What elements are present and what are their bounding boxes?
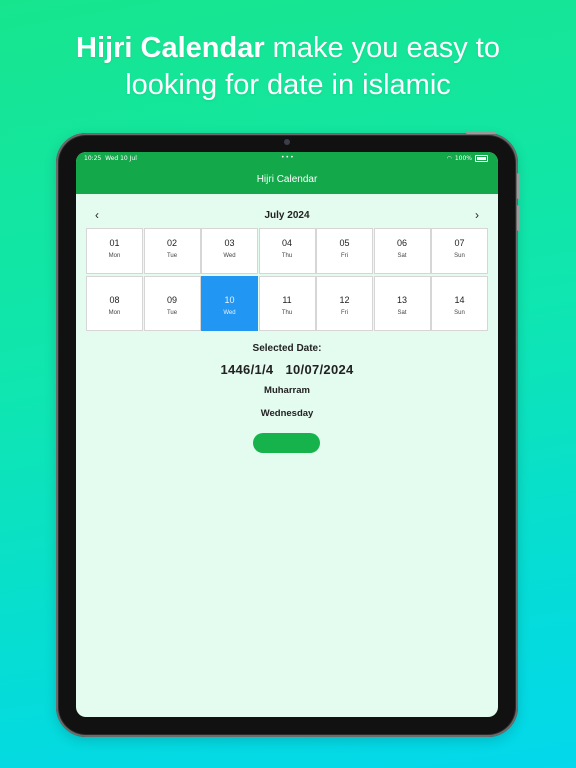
battery-percent: 100% bbox=[454, 155, 472, 162]
day-cell[interactable]: 13 Sat bbox=[373, 276, 431, 331]
app-title: Hijri Calendar bbox=[256, 174, 318, 185]
app-bar: 10:25 Wed 10 Jul ••• ◠ 100% Hijri Calend… bbox=[76, 152, 498, 194]
day-number: 01 bbox=[109, 238, 120, 248]
selected-dates: 1446/1/4 10/07/2024 bbox=[76, 362, 498, 377]
day-cell[interactable]: 01 Mon bbox=[86, 228, 143, 274]
day-number: 05 bbox=[339, 238, 350, 248]
hijri-month-name: Muharram bbox=[264, 385, 310, 396]
day-number: 09 bbox=[166, 295, 177, 305]
day-cell[interactable]: 12 Fri bbox=[316, 276, 373, 331]
day-weekday: Tue bbox=[166, 310, 178, 316]
day-cell[interactable]: 07 Sun bbox=[431, 228, 488, 274]
wifi-icon: ◠ bbox=[446, 155, 452, 162]
day-number: 08 bbox=[109, 295, 120, 305]
day-weekday: Fri bbox=[341, 310, 348, 316]
multitasking-dots: ••• bbox=[281, 154, 295, 161]
day-cell[interactable]: 04 Thu bbox=[258, 228, 316, 274]
day-cell[interactable]: 03 Wed bbox=[201, 228, 258, 274]
day-number: 07 bbox=[454, 238, 465, 248]
month-navigation: ‹ July 2024 › bbox=[76, 208, 498, 224]
status-right: ◠ 100% bbox=[447, 155, 488, 162]
app-screen: 10:25 Wed 10 Jul ••• ◠ 100% Hijri Calend… bbox=[76, 152, 498, 717]
day-number: 03 bbox=[224, 238, 235, 248]
hijri-date: 1446/1/4 bbox=[220, 362, 274, 377]
day-number: 04 bbox=[281, 238, 292, 248]
action-button[interactable] bbox=[253, 433, 320, 453]
gregorian-date: 10/07/2024 bbox=[285, 362, 354, 377]
status-bar: 10:25 Wed 10 Jul ••• ◠ 100% bbox=[76, 152, 498, 164]
volume-up-button bbox=[517, 173, 520, 199]
day-cell[interactable]: 05 Fri bbox=[316, 228, 373, 274]
day-cell[interactable]: 08 Mon bbox=[86, 276, 143, 331]
day-grid: 01 Mon 02 Tue 03 Wed 04 Thu 05 Fri 06 Sat 07 Sun 08 Mon… bbox=[86, 228, 488, 331]
day-weekday: Sun bbox=[454, 253, 465, 259]
day-number: 13 bbox=[396, 295, 407, 305]
day-number: 10 bbox=[224, 295, 235, 305]
day-weekday: Wed bbox=[223, 253, 236, 259]
day-weekday: Thu bbox=[281, 253, 293, 259]
day-weekday: Sat bbox=[397, 253, 407, 259]
headline-line1: Hijri Calendar make you easy to bbox=[0, 30, 576, 67]
day-cell[interactable]: 14 Sun bbox=[431, 276, 488, 331]
day-cell[interactable]: 10 Wed bbox=[201, 276, 258, 331]
day-cell[interactable]: 02 Tue bbox=[143, 228, 201, 274]
volume-down-button bbox=[517, 205, 520, 231]
battery-icon bbox=[475, 155, 488, 162]
month-label: July 2024 bbox=[264, 210, 310, 221]
chevron-right-icon[interactable]: › bbox=[475, 208, 479, 222]
day-weekday: Sun bbox=[454, 310, 465, 316]
day-cell[interactable]: 09 Tue bbox=[143, 276, 201, 331]
day-cell[interactable]: 06 Sat bbox=[373, 228, 431, 274]
day-number: 02 bbox=[166, 238, 177, 248]
headline-bold: Hijri Calendar bbox=[76, 32, 265, 64]
headline-line2: looking for date in islamic bbox=[125, 69, 451, 101]
day-number: 11 bbox=[282, 295, 292, 305]
status-time: 10:25 Wed 10 Jul bbox=[84, 155, 137, 162]
selected-date-title: Selected Date: bbox=[252, 343, 322, 354]
top-button bbox=[466, 131, 496, 134]
day-weekday: Mon bbox=[108, 310, 121, 316]
weekday-name: Wednesday bbox=[260, 408, 314, 419]
headline: Hijri Calendar make you easy to looking … bbox=[0, 30, 576, 104]
day-cell[interactable]: 11 Thu bbox=[258, 276, 316, 331]
day-number: 06 bbox=[396, 238, 407, 248]
headline-rest: make you easy to bbox=[264, 32, 500, 64]
day-number: 12 bbox=[339, 295, 350, 305]
day-weekday: Fri bbox=[341, 253, 348, 259]
day-number: 14 bbox=[454, 295, 465, 305]
camera-icon bbox=[284, 139, 290, 145]
day-weekday: Mon bbox=[108, 253, 121, 259]
day-weekday: Tue bbox=[166, 253, 178, 259]
day-weekday: Thu bbox=[281, 310, 293, 316]
day-weekday: Sat bbox=[397, 310, 407, 316]
day-weekday: Wed bbox=[223, 310, 236, 316]
